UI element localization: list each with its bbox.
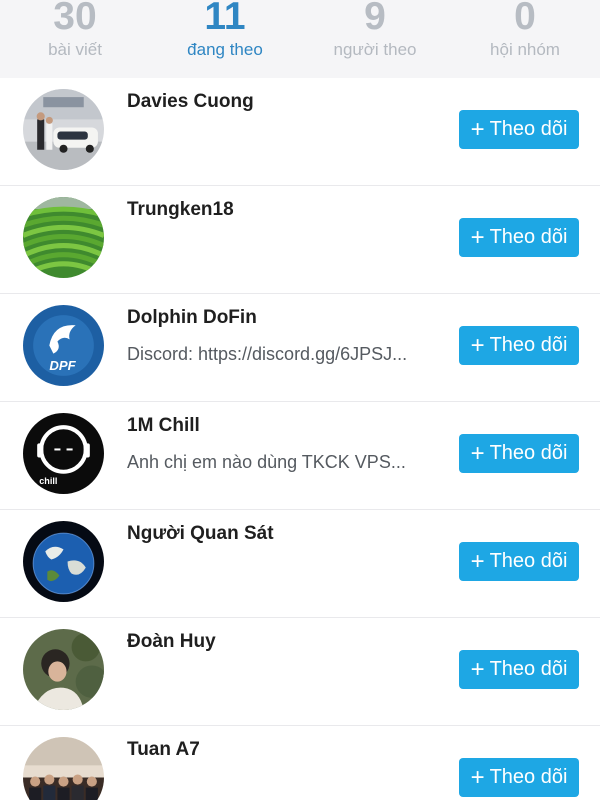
avatar-image: [23, 737, 104, 800]
plus-icon: +: [470, 223, 485, 251]
avatar-image: chill: [23, 413, 104, 494]
user-row-doan-huy[interactable]: Đoàn Huy + Theo dõi: [0, 618, 600, 726]
avatar-image: [23, 629, 104, 710]
user-row-davies-cuong[interactable]: Davies Cuong + Theo dõi: [0, 78, 600, 186]
following-list: Davies Cuong + Theo dõi Trungken18 + The…: [0, 78, 600, 800]
avatar[interactable]: chill: [23, 413, 104, 494]
stat-posts-count: 30: [53, 0, 97, 38]
user-row-trungken18[interactable]: Trungken18 + Theo dõi: [0, 186, 600, 294]
user-row-nguoi-quan-sat[interactable]: Người Quan Sát + Theo dõi: [0, 510, 600, 618]
follow-button-label: Theo dõi: [489, 226, 568, 248]
stat-groups[interactable]: 0 hội nhóm: [450, 0, 600, 78]
avatar[interactable]: DPF: [23, 305, 104, 386]
avatar[interactable]: [23, 629, 104, 710]
stat-following-count: 11: [204, 0, 246, 38]
stat-followers[interactable]: 9 người theo: [300, 0, 450, 78]
follow-button[interactable]: + Theo dõi: [459, 650, 579, 689]
user-row-1m-chill[interactable]: chill 1M Chill Anh chị em nào dùng TKCK …: [0, 402, 600, 510]
user-status: Discord: https://discord.gg/6JPSJ...: [127, 344, 408, 364]
follow-button[interactable]: + Theo dõi: [459, 542, 579, 581]
follow-button[interactable]: + Theo dõi: [459, 218, 579, 257]
user-name[interactable]: Tuan A7: [127, 739, 200, 761]
profile-stats-bar: 30 bài viết 11 đang theo 9 người theo 0 …: [0, 0, 600, 78]
follow-button-label: Theo dõi: [489, 334, 568, 356]
follow-button[interactable]: + Theo dõi: [459, 326, 579, 365]
stat-following-label: đang theo: [187, 40, 263, 59]
avatar[interactable]: [23, 89, 104, 170]
avatar[interactable]: [23, 521, 104, 602]
stat-groups-label: hội nhóm: [490, 40, 560, 59]
user-row-dolphin-dofin[interactable]: DPF Dolphin DoFin Discord: https://disco…: [0, 294, 600, 402]
stat-groups-count: 0: [514, 0, 536, 38]
avatar-image: [23, 197, 104, 278]
stat-posts[interactable]: 30 bài viết: [0, 0, 150, 78]
follow-button[interactable]: + Theo dõi: [459, 758, 579, 797]
avatar[interactable]: [23, 737, 104, 800]
user-row-tuan-a7[interactable]: Tuan A7 + Theo dõi: [0, 726, 600, 800]
plus-icon: +: [470, 655, 485, 683]
plus-icon: +: [470, 115, 485, 143]
avatar-image: [23, 521, 104, 602]
user-name[interactable]: Dolphin DoFin: [127, 307, 257, 329]
plus-icon: +: [470, 439, 485, 467]
plus-icon: +: [470, 763, 485, 791]
stat-followers-label: người theo: [333, 40, 417, 59]
follow-button-label: Theo dõi: [489, 766, 568, 788]
stat-followers-count: 9: [364, 0, 386, 38]
user-name[interactable]: 1M Chill: [127, 415, 200, 437]
follow-button-label: Theo dõi: [489, 550, 568, 572]
user-name[interactable]: Đoàn Huy: [127, 631, 216, 653]
avatar[interactable]: [23, 197, 104, 278]
stat-following[interactable]: 11 đang theo: [150, 0, 300, 78]
plus-icon: +: [470, 331, 485, 359]
follow-button-label: Theo dõi: [489, 118, 568, 140]
avatar-image: [23, 89, 104, 170]
follow-button[interactable]: + Theo dõi: [459, 110, 579, 149]
avatar-image: DPF: [23, 305, 104, 386]
stat-posts-label: bài viết: [48, 40, 102, 59]
plus-icon: +: [470, 547, 485, 575]
user-status: Anh chị em nào dùng TKCK VPS...: [127, 452, 406, 472]
user-name[interactable]: Trungken18: [127, 199, 234, 221]
follow-button-label: Theo dõi: [489, 658, 568, 680]
user-name[interactable]: Davies Cuong: [127, 91, 254, 113]
user-name[interactable]: Người Quan Sát: [127, 523, 274, 545]
follow-button-label: Theo dõi: [489, 442, 568, 464]
chill-logo-text: chill: [39, 476, 57, 486]
follow-button[interactable]: + Theo dõi: [459, 434, 579, 473]
dolphin-logo-text: DPF: [49, 358, 76, 373]
